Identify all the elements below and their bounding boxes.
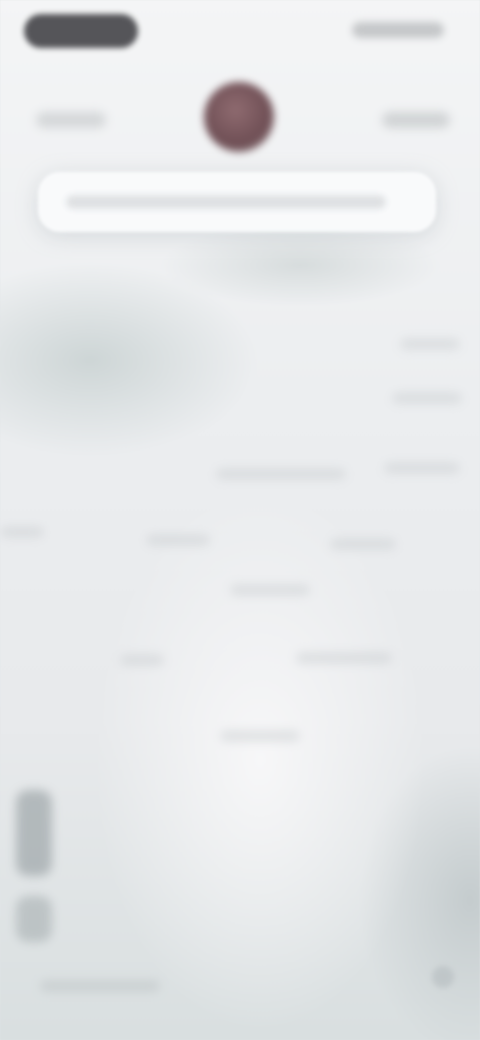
status-time-pill	[24, 14, 138, 48]
list-item[interactable]	[0, 526, 44, 538]
header	[0, 74, 480, 164]
list-item[interactable]	[120, 654, 164, 666]
list-item[interactable]	[216, 468, 346, 480]
list-item[interactable]	[220, 730, 300, 742]
search-bar[interactable]	[38, 172, 436, 232]
list-item[interactable]	[330, 538, 396, 550]
list-item[interactable]	[296, 652, 392, 664]
blurred-screen	[0, 0, 480, 1040]
status-indicators	[352, 22, 444, 38]
status-bar	[0, 0, 480, 60]
search-input[interactable]	[66, 195, 386, 209]
list-item[interactable]	[384, 462, 460, 474]
list-item[interactable]	[230, 584, 310, 596]
list-item[interactable]	[146, 534, 210, 546]
tool-icon[interactable]	[16, 896, 52, 942]
corner-icon[interactable]	[432, 966, 454, 988]
header-right-action[interactable]	[382, 112, 450, 128]
avatar-icon[interactable]	[204, 82, 274, 152]
tool-icon[interactable]	[16, 790, 52, 876]
list-item[interactable]	[400, 338, 460, 350]
header-left-action[interactable]	[36, 112, 106, 128]
list-item[interactable]	[392, 392, 462, 404]
bottom-label	[40, 980, 160, 992]
